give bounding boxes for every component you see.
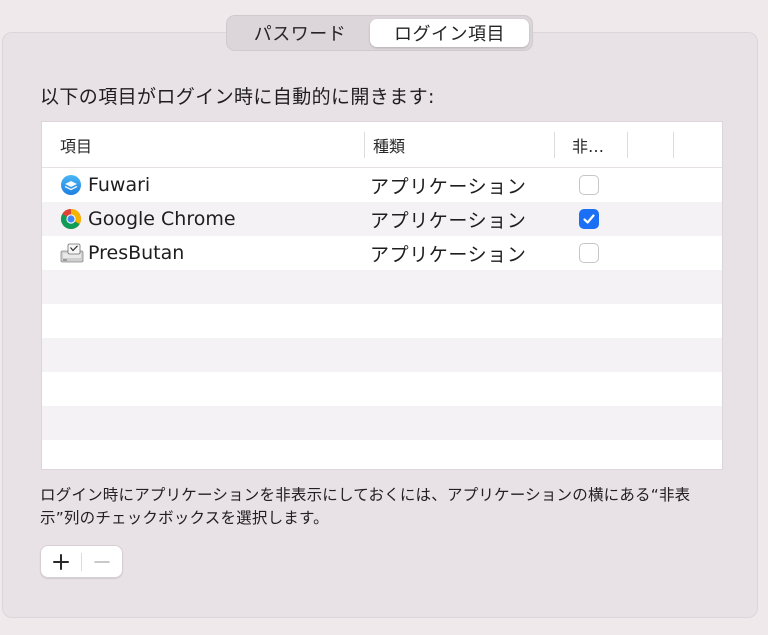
add-item-button[interactable]	[41, 546, 81, 577]
app-kind: アプリケーション	[370, 243, 527, 266]
tab-login-items[interactable]: ログイン項目	[370, 19, 529, 47]
chrome-app-icon	[60, 208, 82, 230]
login-items-table: 項目 種類 非… Fuwari アプリケーション Google Chrome ア…	[41, 121, 723, 470]
empty-row	[42, 372, 722, 406]
hide-instruction-text: ログイン時にアプリケーションを非表示にしておくには、アプリケーションの横にある“…	[40, 486, 691, 527]
fuwari-app-icon	[60, 174, 82, 196]
app-name: Fuwari	[88, 174, 151, 196]
hide-checkbox-cell	[579, 236, 599, 270]
hide-checkbox[interactable]	[579, 209, 599, 229]
app-name: PresButan	[88, 242, 185, 264]
column-separator	[364, 132, 365, 158]
hide-checkbox-cell	[579, 168, 599, 202]
table-row[interactable]: PresButan アプリケーション	[42, 236, 722, 270]
empty-row	[42, 270, 722, 304]
app-kind: アプリケーション	[370, 175, 527, 198]
empty-row	[42, 304, 722, 338]
remove-item-button[interactable]	[82, 546, 122, 577]
empty-row	[42, 406, 722, 440]
column-header-hide[interactable]: 非…	[572, 122, 604, 168]
tab-password[interactable]: パスワード	[230, 19, 370, 47]
table-row[interactable]: Google Chrome アプリケーション	[42, 202, 722, 236]
column-separator	[627, 132, 628, 158]
app-name: Google Chrome	[88, 208, 236, 230]
column-header-item[interactable]: 項目	[60, 122, 92, 168]
users-groups-login-items-window: パスワード ログイン項目 以下の項目がログイン時に自動的に開きます: 項目 種類…	[0, 0, 768, 635]
hide-checkbox[interactable]	[579, 243, 599, 263]
app-name-cell: PresButan	[60, 236, 184, 270]
app-name-cell: Fuwari	[60, 168, 150, 202]
checkmark-icon	[583, 214, 595, 224]
login-items-heading: 以下の項目がログイン時に自動的に開きます:	[40, 86, 435, 108]
hide-checkbox[interactable]	[579, 175, 599, 195]
presbutan-app-icon	[60, 242, 84, 264]
plus-icon	[53, 553, 69, 570]
app-kind: アプリケーション	[370, 209, 527, 232]
add-remove-control	[40, 545, 123, 578]
column-separator	[673, 132, 674, 158]
table-row[interactable]: Fuwari アプリケーション	[42, 168, 722, 202]
column-header-kind[interactable]: 種類	[373, 122, 405, 168]
column-separator	[554, 132, 555, 158]
hide-checkbox-cell	[579, 202, 599, 236]
tab-switcher: パスワード ログイン項目	[226, 15, 533, 51]
app-name-cell: Google Chrome	[60, 202, 236, 236]
minus-icon	[94, 560, 110, 563]
empty-row	[42, 440, 722, 469]
empty-row	[42, 338, 722, 372]
table-header: 項目 種類 非…	[42, 122, 722, 168]
